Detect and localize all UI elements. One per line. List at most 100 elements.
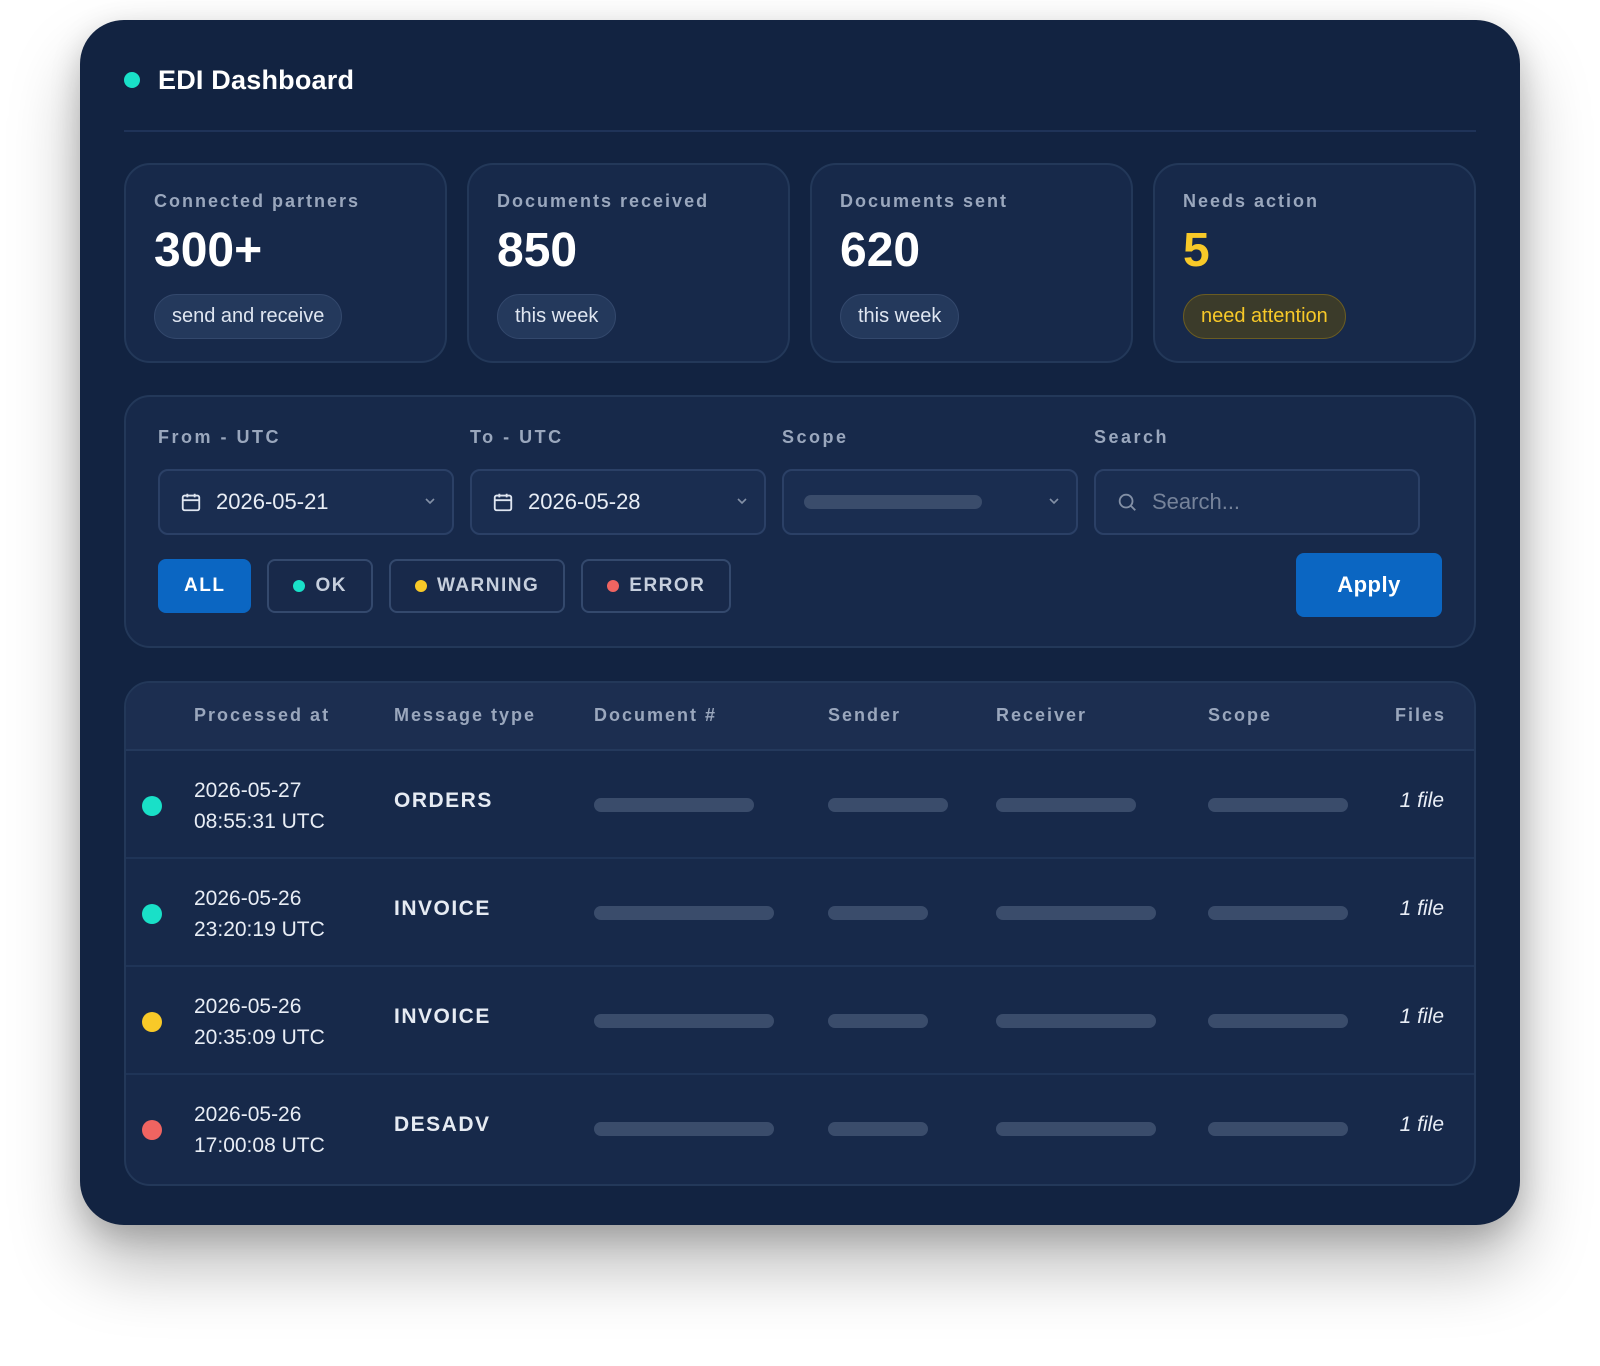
from-date-picker[interactable]: 2026-05-21: [158, 469, 454, 535]
message-type-cell: DESADV: [394, 1113, 491, 1136]
error-dot-icon: [607, 580, 620, 592]
search-input[interactable]: Search...: [1094, 469, 1420, 535]
stat-pill: this week: [497, 294, 617, 339]
status-ok-icon: [142, 904, 162, 924]
column-header-message-type[interactable]: Message type: [394, 705, 536, 726]
to-label: To - UTC: [470, 427, 564, 447]
from-date-value: 2026-05-21: [216, 489, 329, 514]
files-link[interactable]: 1 file: [1400, 897, 1444, 921]
status-error-icon: [142, 1120, 162, 1140]
processed-at-cell: 2026-05-26 23:20:19 UTC: [194, 883, 325, 945]
status-filter-chips: ALL OK WARNING ERROR: [158, 559, 732, 613]
scope-field: Scope: [782, 427, 1078, 535]
attention-badge: need attention: [1183, 294, 1346, 339]
search-field: Search Search...: [1094, 427, 1420, 535]
scope-placeholder: [1208, 906, 1348, 920]
table-row[interactable]: 2026-05-26 17:00:08 UTC DESADV 1 file: [126, 1075, 1474, 1183]
chevron-down-icon: [737, 498, 747, 505]
stat-pill: this week: [840, 294, 960, 339]
stat-label: Connected partners: [154, 191, 361, 211]
column-header-files[interactable]: Files: [1395, 705, 1446, 726]
table-row[interactable]: 2026-05-26 23:20:19 UTC INVOICE 1 file: [126, 859, 1474, 967]
search-icon: [1118, 493, 1136, 511]
ok-dot-icon: [293, 580, 306, 592]
to-field: To - UTC 2026-05-28: [470, 427, 766, 535]
processed-at-cell: 2026-05-27 08:55:31 UTC: [194, 775, 325, 837]
sender-placeholder: [828, 906, 928, 920]
to-date-picker[interactable]: 2026-05-28: [470, 469, 766, 535]
sender-placeholder: [828, 1014, 928, 1028]
stat-value: 620: [840, 224, 921, 277]
document-number-placeholder: [594, 906, 774, 920]
stat-value: 300+: [154, 224, 263, 277]
processed-at-cell: 2026-05-26 20:35:09 UTC: [194, 991, 325, 1053]
documents-table: Processed at Message type Document # Sen…: [124, 681, 1476, 1186]
receiver-placeholder: [996, 1122, 1156, 1136]
stat-label: Documents received: [497, 191, 710, 211]
column-header-processed-at[interactable]: Processed at: [194, 705, 330, 726]
search-placeholder: Search...: [1152, 489, 1241, 514]
filter-warning-button[interactable]: WARNING: [388, 559, 566, 613]
document-number-placeholder: [594, 1122, 774, 1136]
status-dot-icon: [124, 72, 140, 88]
dashboard-window: EDI Dashboard Connected partners 300+ se…: [80, 20, 1520, 1225]
document-number-placeholder: [594, 798, 754, 812]
filter-error-button[interactable]: ERROR: [581, 559, 732, 613]
document-number-placeholder: [594, 1014, 774, 1028]
column-header-receiver[interactable]: Receiver: [996, 705, 1087, 726]
chevron-down-icon: [1049, 498, 1059, 505]
from-label: From - UTC: [158, 427, 281, 447]
table-row[interactable]: 2026-05-27 08:55:31 UTC ORDERS 1 file: [126, 751, 1474, 859]
scope-placeholder: [1208, 1014, 1348, 1028]
stat-label: Documents sent: [840, 191, 1009, 211]
files-link[interactable]: 1 file: [1400, 1005, 1444, 1029]
warning-dot-icon: [414, 580, 427, 592]
calendar-icon: [181, 493, 201, 512]
processed-time: 08:55:31 UTC: [194, 810, 325, 833]
stat-card-sent: Documents sent 620 this week: [810, 163, 1133, 363]
processed-at-cell: 2026-05-26 17:00:08 UTC: [194, 1099, 325, 1161]
message-type-cell: INVOICE: [394, 1005, 491, 1028]
search-label: Search: [1094, 427, 1170, 447]
chip-label: ALL: [184, 575, 226, 596]
stat-value: 850: [497, 224, 578, 277]
stat-card-needs-action[interactable]: Needs action 5 need attention: [1153, 163, 1476, 363]
processed-time: 23:20:19 UTC: [194, 918, 325, 941]
scope-placeholder: [1208, 1122, 1348, 1136]
table-header: Processed at Message type Document # Sen…: [126, 683, 1474, 751]
chip-label: ERROR: [629, 575, 706, 596]
header: EDI Dashboard: [124, 58, 354, 102]
stat-label: Needs action: [1183, 191, 1320, 211]
files-link[interactable]: 1 file: [1400, 789, 1444, 813]
column-header-sender[interactable]: Sender: [828, 705, 901, 726]
receiver-placeholder: [996, 906, 1156, 920]
column-header-document-number[interactable]: Document #: [594, 705, 717, 726]
scope-value-placeholder: [804, 495, 982, 509]
processed-date: 2026-05-26: [194, 887, 302, 910]
filter-ok-button[interactable]: OK: [267, 559, 373, 613]
scope-select[interactable]: [782, 469, 1078, 535]
processed-date: 2026-05-26: [194, 995, 302, 1018]
table-row[interactable]: 2026-05-26 20:35:09 UTC INVOICE 1 file: [126, 967, 1474, 1075]
calendar-icon: [493, 493, 513, 512]
files-link[interactable]: 1 file: [1400, 1113, 1444, 1137]
status-ok-icon: [142, 796, 162, 816]
header-divider: [124, 130, 1476, 132]
chip-label: OK: [315, 575, 347, 596]
stat-pill: send and receive: [154, 294, 343, 339]
chevron-down-icon: [425, 498, 435, 505]
receiver-placeholder: [996, 1014, 1156, 1028]
scope-label: Scope: [782, 427, 849, 447]
apply-button[interactable]: Apply: [1296, 553, 1442, 617]
processed-date: 2026-05-26: [194, 1103, 302, 1126]
sender-placeholder: [828, 798, 948, 812]
filters-panel: From - UTC 2026-05-21 To - UTC 2026-05-2…: [124, 395, 1476, 648]
from-field: From - UTC 2026-05-21: [158, 427, 454, 535]
message-type-cell: ORDERS: [394, 789, 493, 812]
stats-row: Connected partners 300+ send and receive…: [124, 163, 1476, 363]
column-header-scope[interactable]: Scope: [1208, 705, 1272, 726]
filter-all-button[interactable]: ALL: [158, 559, 252, 613]
stat-card-partners: Connected partners 300+ send and receive: [124, 163, 447, 363]
processed-time: 17:00:08 UTC: [194, 1134, 325, 1157]
sender-placeholder: [828, 1122, 928, 1136]
